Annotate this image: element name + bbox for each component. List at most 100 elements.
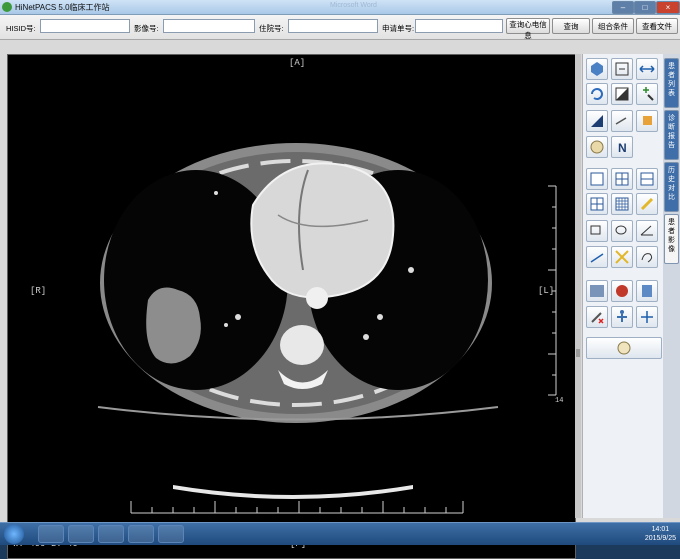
ruler-icon [590,253,604,263]
taskbar-app-word[interactable] [158,525,184,543]
taskbar: 14:01 2015/9/25 [0,522,680,545]
tab-diagnosis-report[interactable]: 诊断报告 [664,110,679,160]
tab-patient-list[interactable]: 患者列表 [664,58,679,108]
orientation-top: [A] [289,58,306,68]
inpatient-label: 住院号: [259,24,284,33]
lung-mass [146,287,201,364]
start-button[interactable] [4,524,24,544]
magnify-button[interactable] [636,83,658,105]
body-3d-icon [642,285,652,297]
svg-text:N: N [618,141,627,155]
layout-2x2-icon [615,172,629,186]
zoom-text-button[interactable] [611,110,633,132]
ruler-right-value: 14 [555,397,564,405]
query-button[interactable]: 查询 [552,18,590,34]
title-bar: HiNetPACS 5.0临床工作站 Microsoft Word – □ × [0,0,680,15]
crosshair-icon [641,311,653,323]
cross-line-icon [615,250,629,264]
image-viewer[interactable]: [A] [P] [R] [L] W: 400 L: 40 14 23 [7,54,576,559]
layout-2x2b-button[interactable] [586,193,608,215]
magnifier-plus-icon [643,87,654,101]
flag-button[interactable] [636,110,658,132]
mpr-icon [616,285,628,297]
refresh-button[interactable] [586,83,608,105]
rectangle-roi-button[interactable] [586,220,608,242]
faded-word-tab: Microsoft Word [330,2,377,9]
maximize-button[interactable]: □ [634,1,656,14]
cross-line-button[interactable] [611,246,633,268]
rectangle-roi-icon [590,225,601,235]
taskbar-app-pacs[interactable] [128,525,154,543]
ruler-button[interactable] [586,246,608,268]
flag-icon [643,116,652,125]
clock-time: 14:01 [651,526,670,533]
taskbar-app-media[interactable] [68,525,94,543]
width-measure-button[interactable] [636,58,658,80]
bottom-ruler [130,501,464,514]
fit-button[interactable] [611,58,633,80]
image-no-input[interactable] [163,19,255,33]
inpatient-input[interactable] [288,19,378,33]
delete-pen-icon [591,312,604,324]
viewer-scrollbar[interactable] [575,54,581,518]
delete-annotation-button[interactable] [586,306,608,328]
system-clock[interactable]: 14:01 2015/9/25 [645,525,676,543]
horizontal-measure-icon [639,65,655,73]
taskbar-app-ie[interactable] [38,525,64,543]
mpr-button[interactable] [611,280,633,302]
orientation-right: [L] [538,286,555,296]
body-figure-icon [617,310,627,322]
view-file-button[interactable]: 查看文件 [636,18,678,34]
refresh-icon [591,88,603,100]
head-profile-icon [590,140,604,154]
clock-date: 2015/9/25 [644,535,676,542]
layout-4x4-button[interactable] [611,193,633,215]
north-icon: N [618,141,627,155]
head-wide-button[interactable] [586,337,662,359]
heart [250,162,395,299]
tab-patient-images[interactable]: 患者影像 [664,214,679,264]
orientation-left: [R] [30,286,47,296]
pencil-button[interactable] [636,193,658,215]
taskbar-app-globe[interactable] [98,525,124,543]
locate-button[interactable] [636,306,658,328]
layout-grid-icon [615,197,629,211]
ellipse-roi-button[interactable] [611,220,633,242]
image-no-label: 影像号: [134,24,159,33]
compare-button[interactable] [586,280,608,302]
window-level-button[interactable] [611,83,633,105]
aorta [306,287,328,309]
hisid-input[interactable] [40,19,130,33]
combined-conditions-button[interactable]: 组合条件 [592,18,634,34]
fit-arrows-icon [615,62,629,76]
compare-icon [590,285,604,297]
scanner-table [173,485,413,499]
window-title: HiNetPACS 5.0临床工作站 [15,3,110,12]
request-no-label: 申请单号: [382,24,415,33]
layout-2x2-button[interactable] [611,168,633,190]
zoom-text-icon [615,117,627,125]
invert-button[interactable] [586,110,608,132]
side-tabs: 患者列表 诊断报告 历史对比 患者影像 [663,54,680,518]
tab-history-compare[interactable]: 历史对比 [664,162,679,212]
layout-1x2-button[interactable] [636,168,658,190]
freehand-icon [641,253,653,263]
body-3d-button[interactable] [636,280,658,302]
vertebra [280,325,324,365]
freehand-button[interactable] [636,246,658,268]
layout-1x1-icon [590,172,604,186]
ecg-query-button[interactable]: 查询心电信息 [506,18,550,40]
layout-1x2-icon [640,172,654,186]
rotate-cube-icon [591,62,603,76]
request-no-input[interactable] [415,19,503,33]
rotate-cube-button[interactable] [586,58,608,80]
scrollbar-grip[interactable] [576,349,580,357]
north-button[interactable]: N [611,136,633,158]
head-profile-button[interactable] [586,136,608,158]
layout-1x1-button[interactable] [586,168,608,190]
minimize-button[interactable]: – [612,1,634,14]
angle-button[interactable] [636,220,658,242]
close-button[interactable]: × [656,1,680,14]
search-toolbar: HISID号: 影像号: 住院号: 申请单号: 查询心电信息 查询 组合条件 查… [0,15,680,40]
body-position-button[interactable] [611,306,633,328]
